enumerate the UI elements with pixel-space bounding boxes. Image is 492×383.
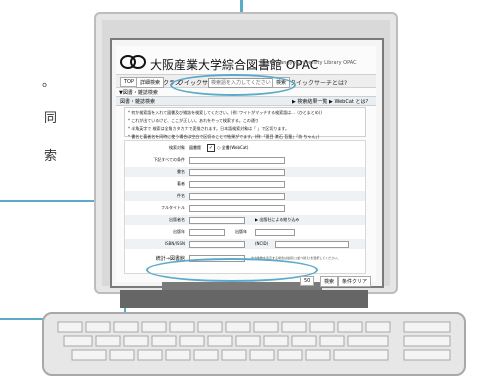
target-label: 検索対象 bbox=[169, 145, 185, 150]
ncid-input[interactable] bbox=[275, 241, 349, 248]
search-form: 検索対象 図書館 ✓ ○ 全書(WebCat) 下記すべての条件 書名 著者 件… bbox=[124, 140, 366, 274]
publisher-filter-link[interactable]: ▶ 出版社による絞り込み bbox=[255, 217, 299, 223]
nav-right[interactable]: ▶ 検索結果一覧 ▶ WebCat とは? bbox=[292, 98, 368, 105]
target-option-1[interactable]: 図書館 bbox=[189, 145, 201, 151]
keyboard bbox=[42, 312, 466, 376]
breadcrumb: ▼図書・雑誌検索 bbox=[119, 90, 158, 96]
side-text-line3: 索 bbox=[44, 149, 58, 164]
field-row: 件名 bbox=[125, 191, 365, 201]
field-label: フルタイトル bbox=[161, 205, 185, 210]
field-label: 書名 bbox=[177, 169, 185, 174]
field-input[interactable] bbox=[189, 217, 245, 224]
target-check-icon[interactable]: ✓ bbox=[207, 144, 215, 152]
monitor-base bbox=[120, 290, 368, 308]
field-input[interactable] bbox=[189, 241, 245, 248]
field-label: 下記すべての条件 bbox=[153, 157, 185, 162]
side-text-line1: 。 bbox=[42, 75, 56, 90]
page-subtitle: Osaka Sangyo University Library OPAC bbox=[260, 60, 357, 66]
ncid-label: (NCID) bbox=[255, 241, 269, 246]
field-row: 出版年 出版年 bbox=[125, 227, 365, 237]
sort-highlight bbox=[146, 258, 318, 282]
field-row: ISBN/ISSN (NCID) bbox=[125, 239, 365, 249]
notice-box: * 何か検索語を入れて図書及び雑誌を検索してください。(例: ワイトがマッチする… bbox=[124, 107, 366, 139]
target-row: 検索対象 図書館 ✓ ○ 全書(WebCat) bbox=[125, 143, 365, 153]
detail-search-button[interactable]: 詳細検索 bbox=[136, 77, 165, 88]
field-label: 著者 bbox=[177, 181, 185, 186]
bottom-actions: 50 検索 条件クリア bbox=[300, 276, 372, 287]
nav-left[interactable]: 図書・雑誌検索 bbox=[120, 98, 155, 105]
field-input[interactable] bbox=[189, 193, 285, 200]
field-row: 下記すべての条件 bbox=[125, 155, 365, 165]
search-submit-button[interactable]: 検索 bbox=[320, 276, 339, 287]
field-input[interactable] bbox=[189, 157, 285, 164]
field-row: 書名 bbox=[125, 167, 365, 177]
field-label: 件名 bbox=[177, 193, 185, 198]
side-text-line2: 同 bbox=[44, 111, 58, 126]
field-row: 著者 bbox=[125, 179, 365, 189]
quick-search-help-link[interactable]: クイックサーチとは? bbox=[290, 78, 347, 87]
target-option-2[interactable]: ○ 全書(WebCat) bbox=[217, 145, 248, 151]
clear-button[interactable]: 条件クリア bbox=[338, 276, 372, 287]
field-input[interactable] bbox=[189, 181, 285, 188]
year-range-label: 出版年 bbox=[235, 229, 247, 234]
field-input[interactable] bbox=[189, 169, 285, 176]
field-label: 出版者名 bbox=[169, 217, 185, 222]
field-label: 出版年 bbox=[173, 229, 185, 234]
field-input[interactable] bbox=[189, 205, 285, 212]
keyboard-keys bbox=[57, 321, 451, 361]
count-select[interactable]: 50 bbox=[300, 276, 315, 286]
quick-search-highlight bbox=[170, 74, 296, 96]
field-row: 出版者名 ▶ 出版社による絞り込み bbox=[125, 215, 365, 225]
library-logo-icon bbox=[120, 55, 146, 69]
field-input[interactable] bbox=[189, 229, 225, 236]
field-label: ISBN/ISSN bbox=[164, 241, 185, 246]
field-row: フルタイトル bbox=[125, 203, 365, 213]
year-range-input[interactable] bbox=[255, 229, 295, 236]
